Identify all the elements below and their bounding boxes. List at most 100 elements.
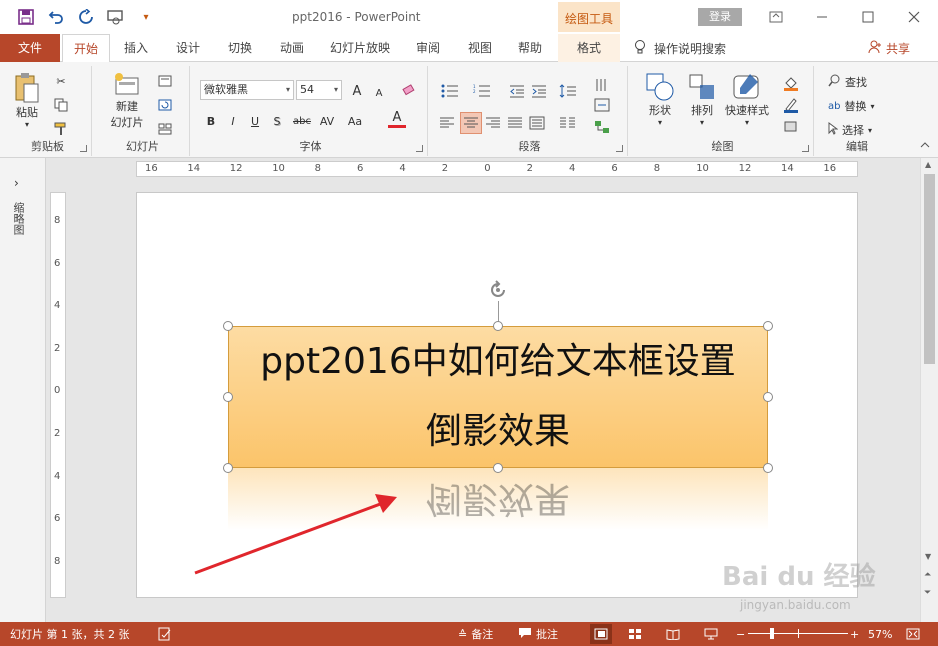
shadow-button[interactable]: S: [268, 112, 286, 130]
layout-icon[interactable]: [156, 72, 174, 90]
align-right-icon[interactable]: [484, 114, 502, 132]
reading-view-icon[interactable]: [666, 622, 680, 646]
undo-icon[interactable]: [46, 7, 66, 27]
resize-handle-ne[interactable]: [763, 321, 773, 331]
textbox-text[interactable]: ppt2016中如何给文本框设置 倒影效果: [260, 327, 735, 467]
prev-slide-icon[interactable]: ⏶: [924, 570, 931, 580]
paragraph-launcher-icon[interactable]: [616, 145, 623, 152]
shapes-button[interactable]: 形状 ▾: [638, 72, 682, 127]
font-launcher-icon[interactable]: [416, 145, 423, 152]
section-icon[interactable]: [156, 120, 174, 138]
shape-fill-icon[interactable]: [778, 74, 804, 92]
tab-insert[interactable]: 插入: [114, 34, 158, 62]
tab-home[interactable]: 开始: [62, 34, 110, 63]
fit-to-window-icon[interactable]: [906, 622, 920, 646]
resize-handle-e[interactable]: [763, 392, 773, 402]
underline-button[interactable]: U: [246, 112, 264, 130]
comments-button[interactable]: 批注: [518, 622, 558, 646]
drawing-launcher-icon[interactable]: [802, 145, 809, 152]
tab-format[interactable]: 格式: [558, 34, 620, 62]
numbering-icon[interactable]: 12: [470, 82, 494, 100]
decrease-indent-icon[interactable]: [508, 82, 526, 100]
save-icon[interactable]: [16, 7, 36, 27]
increase-indent-icon[interactable]: [530, 82, 548, 100]
collapse-ribbon-icon[interactable]: [916, 136, 934, 154]
align-text-icon[interactable]: [590, 96, 614, 114]
find-button[interactable]: 查找: [828, 74, 867, 90]
share-button[interactable]: 共享: [868, 34, 910, 62]
line-spacing-icon[interactable]: [556, 82, 580, 100]
tell-me-search[interactable]: 操作说明搜索: [634, 34, 726, 62]
shape-outline-icon[interactable]: [778, 96, 804, 114]
bullets-icon[interactable]: [438, 82, 462, 100]
columns-icon[interactable]: [556, 114, 580, 132]
tab-view[interactable]: 视图: [458, 34, 502, 62]
format-painter-icon[interactable]: [52, 120, 70, 138]
slide-canvas[interactable]: 倒影效果 ppt2016中如何给文本框设置 倒影效果: [136, 192, 858, 598]
resize-handle-se[interactable]: [763, 463, 773, 473]
selected-textbox[interactable]: ppt2016中如何给文本框设置 倒影效果: [228, 326, 768, 468]
paste-button[interactable]: 粘贴 ▾: [10, 72, 44, 129]
maximize-icon[interactable]: [856, 6, 880, 28]
smartart-icon[interactable]: [590, 118, 614, 136]
resize-handle-nw[interactable]: [223, 321, 233, 331]
resize-handle-w[interactable]: [223, 392, 233, 402]
horizontal-ruler[interactable]: 16 14 12 10 8 6 4 2 0 2 4 6 8 10 12 14 16: [136, 161, 858, 177]
tab-animations[interactable]: 动画: [270, 34, 314, 62]
ribbon-display-options-icon[interactable]: [764, 6, 788, 28]
distributed-icon[interactable]: [528, 114, 546, 132]
next-slide-icon[interactable]: ⏷: [924, 588, 931, 598]
tab-review[interactable]: 审阅: [406, 34, 450, 62]
tab-help[interactable]: 帮助: [508, 34, 552, 62]
normal-view-icon[interactable]: [590, 624, 612, 644]
minimize-icon[interactable]: [810, 6, 834, 28]
zoom-out-icon[interactable]: −: [736, 622, 745, 646]
quick-styles-button[interactable]: 快速样式 ▾: [720, 72, 774, 127]
scroll-up-icon[interactable]: ▲: [925, 160, 931, 169]
copy-icon[interactable]: [52, 96, 70, 114]
tab-file[interactable]: 文件: [0, 34, 60, 62]
zoom-level[interactable]: 57%: [868, 622, 892, 646]
align-center-icon[interactable]: [460, 112, 482, 134]
italic-button[interactable]: I: [224, 112, 242, 130]
bold-button[interactable]: B: [202, 112, 220, 130]
spell-check-icon[interactable]: [158, 622, 172, 646]
scrollbar-thumb[interactable]: [924, 174, 935, 364]
font-color-button[interactable]: A: [388, 110, 406, 128]
thumbnail-pane[interactable]: › 缩略图: [0, 158, 46, 622]
arrange-button[interactable]: 排列 ▾: [682, 72, 722, 127]
shrink-font-icon[interactable]: A: [370, 84, 388, 102]
notes-button[interactable]: ≙ 备注: [458, 622, 493, 646]
resize-handle-n[interactable]: [493, 321, 503, 331]
cut-icon[interactable]: ✂: [52, 72, 70, 90]
clear-format-icon[interactable]: [400, 82, 418, 100]
replace-button[interactable]: ab 替换 ▾: [828, 98, 875, 114]
resize-handle-sw[interactable]: [223, 463, 233, 473]
tab-transitions[interactable]: 切换: [218, 34, 262, 62]
font-name-select[interactable]: 微软雅黑 ▾: [200, 80, 294, 100]
shape-effects-icon[interactable]: [778, 118, 804, 136]
scroll-down-icon[interactable]: ▼: [925, 552, 931, 561]
zoom-thumb[interactable]: [770, 628, 774, 639]
grow-font-icon[interactable]: A: [348, 82, 366, 100]
presentation-icon[interactable]: [106, 7, 126, 27]
char-spacing-button[interactable]: AV: [316, 112, 338, 130]
reset-icon[interactable]: [156, 96, 174, 114]
select-button[interactable]: 选择 ▾: [828, 122, 872, 138]
text-direction-icon[interactable]: [590, 76, 614, 94]
vertical-scrollbar[interactable]: ▲ ▼ ⏶ ⏷: [920, 158, 938, 622]
zoom-in-icon[interactable]: +: [850, 622, 859, 646]
new-slide-button[interactable]: 新建 幻灯片: [102, 72, 152, 130]
align-left-icon[interactable]: [438, 114, 456, 132]
slideshow-view-icon[interactable]: [704, 622, 718, 646]
strikethrough-button[interactable]: abc: [290, 112, 314, 130]
resize-handle-s[interactable]: [493, 463, 503, 473]
justify-icon[interactable]: [506, 114, 524, 132]
tab-design[interactable]: 设计: [166, 34, 210, 62]
redo-icon[interactable]: [76, 7, 96, 27]
clipboard-launcher-icon[interactable]: [80, 145, 87, 152]
vertical-ruler[interactable]: 8 6 4 2 0 2 4 6 8: [50, 192, 66, 598]
customize-qat-icon[interactable]: ▾: [136, 7, 156, 27]
expand-thumbnails-icon[interactable]: ›: [14, 176, 19, 190]
slide-sorter-icon[interactable]: [628, 622, 642, 646]
